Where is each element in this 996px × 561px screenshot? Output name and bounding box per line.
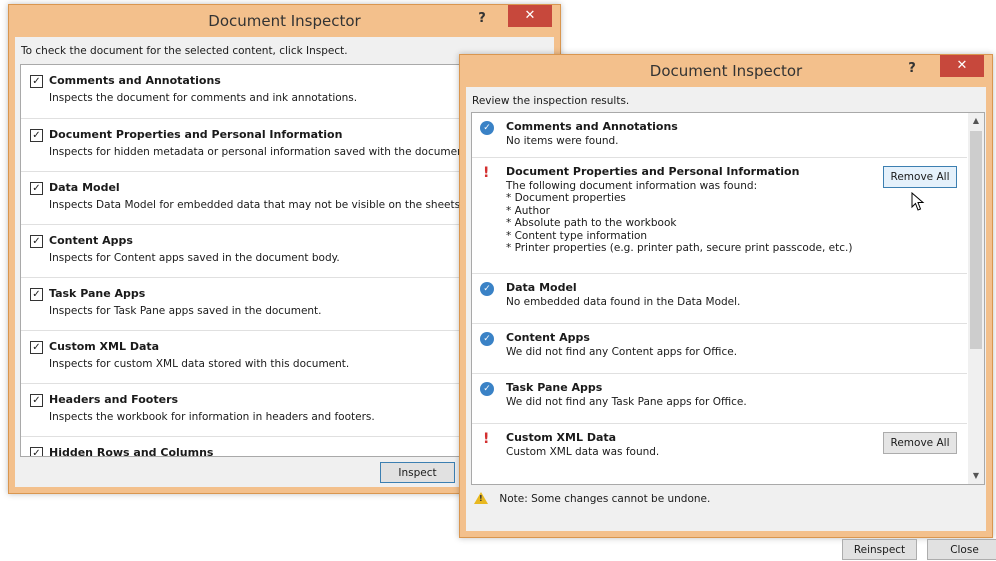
result-line: * Document properties	[506, 192, 626, 205]
option-description: Inspects the workbook for information in…	[49, 411, 375, 423]
reinspect-button[interactable]: Reinspect	[842, 539, 917, 560]
option-description: Inspects Data Model for embedded data th…	[49, 199, 464, 211]
status-warning-icon: !	[483, 431, 490, 447]
option-description: Inspects for hidden metadata or personal…	[49, 146, 472, 158]
result-title: Document Properties and Personal Informa…	[506, 165, 800, 178]
result-line: * Content type information	[506, 229, 648, 242]
result-text: The following document information was f…	[506, 180, 852, 254]
warning-triangle-icon: !	[474, 492, 488, 504]
title-bar[interactable]: Document Inspector ? ✕	[9, 5, 560, 37]
result-content-apps: ✓ Content Apps We did not find any Conte…	[472, 324, 967, 374]
remove-all-button[interactable]: Remove All	[883, 166, 957, 188]
checkbox-content-apps[interactable]: ✓	[30, 235, 43, 248]
help-button[interactable]: ?	[472, 9, 492, 29]
instruction-text: Review the inspection results.	[472, 95, 630, 107]
note-text: Note: Some changes cannot be undone.	[499, 493, 711, 505]
checkbox-custom-xml[interactable]: ✓	[30, 341, 43, 354]
result-text: No embedded data found in the Data Model…	[506, 296, 741, 308]
result-title: Data Model	[506, 281, 577, 294]
checkbox-task-pane-apps[interactable]: ✓	[30, 288, 43, 301]
result-line: * Author	[506, 204, 550, 217]
close-window-button[interactable]: ✕	[940, 55, 984, 77]
checkbox-comments[interactable]: ✓	[30, 75, 43, 88]
result-comments: ✓ Comments and Annotations No items were…	[472, 113, 967, 158]
result-text: No items were found.	[506, 135, 619, 147]
checkbox-data-model[interactable]: ✓	[30, 182, 43, 195]
inspect-button[interactable]: Inspect	[380, 462, 455, 483]
status-warning-icon: !	[483, 165, 490, 181]
scroll-down-icon[interactable]: ▼	[968, 468, 984, 484]
help-button[interactable]: ?	[902, 59, 922, 79]
option-title: Data Model	[49, 181, 120, 194]
title-bar[interactable]: Document Inspector ? ✕	[460, 55, 992, 87]
result-line: The following document information was f…	[506, 180, 758, 192]
status-ok-icon: ✓	[480, 382, 494, 396]
status-ok-icon: ✓	[480, 282, 494, 296]
result-text: We did not find any Task Pane apps for O…	[506, 396, 747, 408]
checkbox-document-properties[interactable]: ✓	[30, 129, 43, 142]
option-description: Inspects the document for comments and i…	[49, 92, 358, 104]
inspection-results-list: ✓ Comments and Annotations No items were…	[471, 112, 985, 485]
result-title: Custom XML Data	[506, 431, 617, 444]
result-title: Task Pane Apps	[506, 381, 603, 394]
vertical-scrollbar[interactable]: ▲ ▼	[968, 113, 984, 484]
result-text: Custom XML data was found.	[506, 446, 660, 458]
option-description: Inspects for Task Pane apps saved in the…	[49, 305, 322, 317]
checkbox-headers-footers[interactable]: ✓	[30, 394, 43, 407]
note-row: ! Note: Some changes cannot be undone.	[474, 492, 710, 505]
option-title: Hidden Rows and Columns	[49, 446, 214, 457]
mouse-pointer-icon	[911, 192, 925, 211]
result-custom-xml: ! Custom XML Data Custom XML data was fo…	[472, 424, 967, 484]
option-title: Custom XML Data	[49, 340, 160, 353]
result-text: We did not find any Content apps for Off…	[506, 346, 738, 358]
option-title: Task Pane Apps	[49, 287, 146, 300]
option-title: Comments and Annotations	[49, 74, 221, 87]
result-document-properties: ! Document Properties and Personal Infor…	[472, 158, 967, 274]
close-button[interactable]: Close	[927, 539, 996, 560]
close-window-button[interactable]: ✕	[508, 5, 552, 27]
remove-all-button[interactable]: Remove All	[883, 432, 957, 454]
status-ok-icon: ✓	[480, 121, 494, 135]
option-title: Headers and Footers	[49, 393, 179, 406]
result-title: Content Apps	[506, 331, 590, 344]
option-description: Inspects for Content apps saved in the d…	[49, 252, 340, 264]
document-inspector-results-dialog: Document Inspector ? ✕ Review the inspec…	[459, 54, 996, 560]
option-description: Inspects for custom XML data stored with…	[49, 358, 350, 370]
status-ok-icon: ✓	[480, 332, 494, 346]
result-task-pane-apps: ✓ Task Pane Apps We did not find any Tas…	[472, 374, 967, 424]
dialog-body: Review the inspection results. ✓ Comment…	[466, 87, 996, 560]
option-title: Content Apps	[49, 234, 133, 247]
scroll-thumb[interactable]	[970, 131, 982, 349]
result-line: * Printer properties (e.g. printer path,…	[506, 242, 853, 255]
result-line: * Absolute path to the workbook	[506, 217, 677, 230]
scroll-up-icon[interactable]: ▲	[968, 113, 984, 129]
result-title: Comments and Annotations	[506, 120, 678, 133]
instruction-text: To check the document for the selected c…	[21, 45, 348, 57]
checkbox-hidden-rows-columns[interactable]: ✓	[30, 447, 43, 456]
option-title: Document Properties and Personal Informa…	[49, 128, 343, 141]
result-data-model: ✓ Data Model No embedded data found in t…	[472, 274, 967, 324]
